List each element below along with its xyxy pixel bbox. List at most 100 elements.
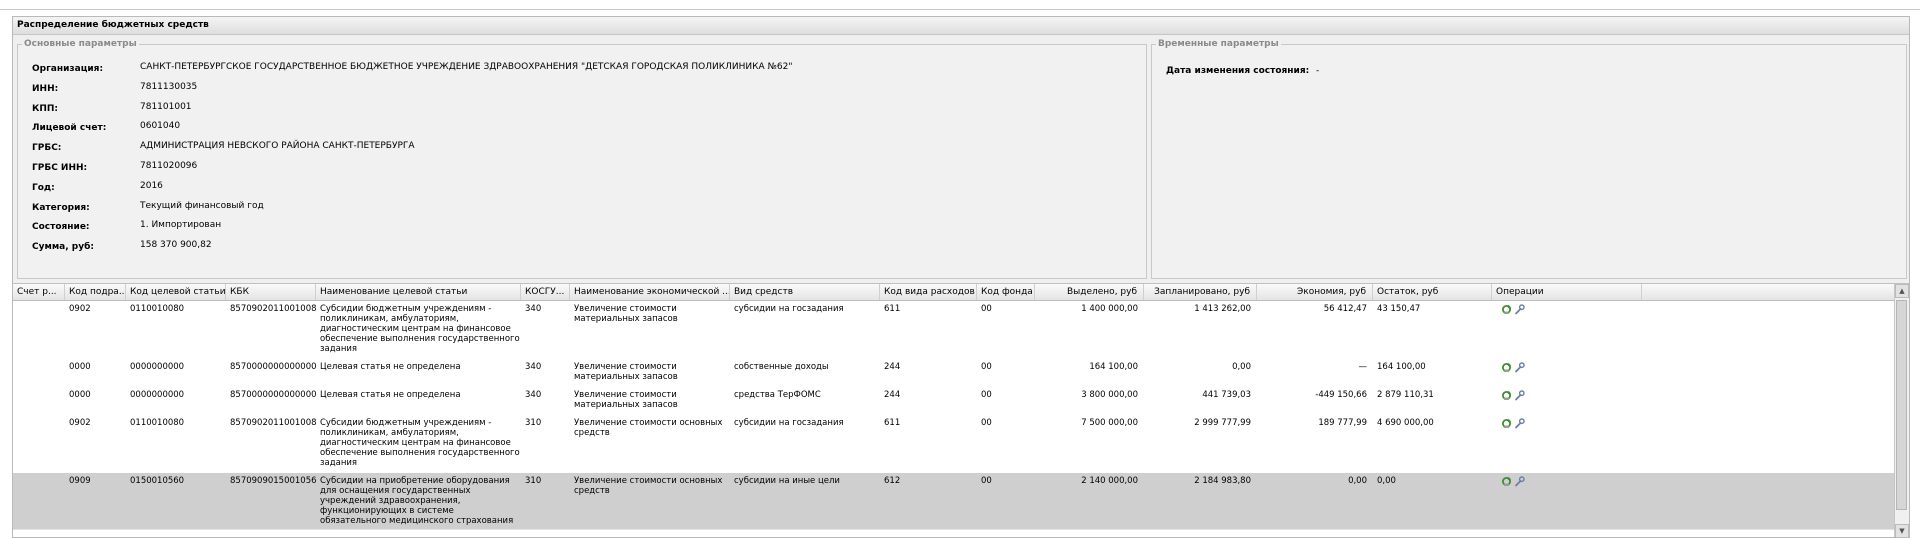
cell-kbk: 857000000000000000244 (230, 362, 316, 372)
refresh-icon[interactable] (1501, 418, 1512, 429)
cell-economic-name: Увеличение стоимости материальных запасо… (574, 390, 678, 410)
column-header-economic-name[interactable]: Наименование экономической ... (570, 284, 730, 300)
grbs-value: АДМИНИСТРАЦИЯ НЕВСКОГО РАЙОНА САНКТ-ПЕТЕ… (140, 141, 415, 152)
cell-expense-type-code: 612 (884, 476, 901, 486)
column-header-subdivision-code[interactable]: Код подра... (65, 284, 126, 300)
scroll-thumb[interactable] (1896, 300, 1907, 510)
cell-kbk: 857090201100100800611 (230, 418, 316, 428)
table-row[interactable]: 00000000000000857000000000000000244Целев… (13, 387, 1895, 416)
top-bar (0, 0, 1920, 10)
column-header-planned[interactable]: Запланировано, руб (1144, 284, 1257, 300)
cell-fund-type: субсидии на госзадания (734, 418, 844, 428)
grbs-inn-value: 7811020096 (140, 161, 198, 171)
grid-header: Счет р... Код подра... Код целевой статьи К… (13, 284, 1895, 301)
table-row[interactable]: 0909 0150010560 857090901500105600612 Субси… (13, 473, 1895, 530)
grid-body[interactable]: 0902 0110010080 857090201100100800611 Субси… (13, 301, 1895, 537)
cell-allocated: 3 800 000,00 (1081, 390, 1138, 400)
field-category: Категория: Текущий финансовый год (32, 200, 1132, 218)
wrench-icon[interactable] (1514, 362, 1525, 373)
wrench-icon[interactable] (1514, 418, 1525, 429)
column-header-fund-type[interactable]: Вид средств (730, 284, 880, 300)
cell-kbk: 857090201100100800611 (230, 304, 316, 314)
year-value: 2016 (140, 180, 163, 191)
inn-label: ИНН: (32, 83, 59, 94)
row-operations (1501, 362, 1541, 374)
cell-subdivision-code: 0000 (69, 390, 91, 400)
state-label: Состояние: (32, 222, 90, 233)
cell-fund-code: 00 (981, 362, 992, 372)
sum-label: Сумма, руб: (32, 242, 95, 253)
cell-planned: 2 184 983,80 (1194, 476, 1251, 486)
organization-value: САНКТ-ПЕТЕРБУРГСКОЕ ГОСУДАРСТВЕННОЕ БЮДЖ… (140, 62, 793, 72)
account-label: Лицевой счет: (32, 123, 107, 134)
wrench-icon[interactable] (1514, 304, 1525, 315)
state-change-date-label: Дата изменения состояния: (1166, 66, 1310, 76)
table-row[interactable]: 00000000000000857000000000000000244Целев… (13, 359, 1895, 388)
cell-planned: 441 739,03 (1202, 390, 1251, 400)
inn-value: 7811130035 (140, 81, 198, 92)
cell-target-article-code: 0150010560 (130, 476, 185, 486)
time-params-fieldset: Временные параметры Дата изменения состо… (1151, 39, 1907, 279)
wrench-icon[interactable] (1514, 390, 1525, 401)
cell-savings: 189 777,99 (1318, 418, 1367, 428)
row-operations (1501, 476, 1541, 488)
grbs-label: ГРБС: (32, 143, 62, 154)
cell-kbk: 857090901500105600612 (230, 476, 316, 486)
cell-fund-type: средства ТерФОМС (734, 390, 821, 400)
cell-account (13, 390, 65, 414)
cell-fund-type: субсидии на иные цели (734, 476, 840, 486)
column-header-account[interactable]: Счет р... (13, 284, 65, 300)
column-header-expense-type-code[interactable]: Код вида расходов (880, 284, 977, 300)
field-state-change-date: Дата изменения состояния: - (1166, 65, 1909, 81)
field-grbs: ГРБС: АДМИНИСТРАЦИЯ НЕВСКОГО РАЙОНА САНКТ… (32, 141, 1132, 158)
cell-balance: 43 150,47 (1377, 304, 1421, 314)
cell-kosgu: 340 (525, 304, 542, 314)
panel-title: Распределение бюджетных средств (13, 17, 1909, 35)
cell-allocated: 164 100,00 (1089, 362, 1138, 372)
refresh-icon[interactable] (1501, 476, 1512, 487)
wrench-icon[interactable] (1514, 476, 1525, 487)
row-operations (1501, 390, 1541, 402)
state-change-date-value: - (1316, 66, 1320, 76)
cell-expense-type-code: 611 (884, 304, 901, 314)
category-label: Категория: (32, 202, 90, 213)
column-header-fund-code[interactable]: Код фонда (977, 284, 1035, 300)
cell-balance: 2 879 110,31 (1377, 390, 1434, 400)
cell-balance: 4 690 000,00 (1377, 418, 1434, 428)
cell-allocated: 2 140 000,00 (1081, 476, 1138, 486)
field-sum: Сумма, руб: 158 370 900,82 (32, 240, 1132, 257)
field-account: Лицевой счет: 0601040 (32, 121, 1132, 138)
cell-economic-name: Увеличение стоимости материальных запасо… (574, 362, 678, 382)
refresh-icon[interactable] (1501, 304, 1512, 315)
table-row[interactable]: 0902 0110010080 857090201100100800611 Субси… (13, 301, 1895, 360)
cell-subdivision-code: 0902 (69, 418, 91, 428)
refresh-icon[interactable] (1501, 362, 1512, 373)
column-header-savings[interactable]: Экономия, руб (1257, 284, 1373, 300)
column-header-target-article-code[interactable]: Код целевой статьи (126, 284, 226, 300)
organization-label: Организация: (32, 64, 104, 74)
column-header-target-article-name[interactable]: Наименование целевой статьи (316, 284, 521, 300)
column-header-kbk[interactable]: КБК (226, 284, 316, 300)
cell-kosgu: 340 (525, 390, 542, 400)
state-value: 1. Импортирован (140, 220, 222, 231)
vertical-scrollbar[interactable]: ▲ ▼ (1894, 284, 1909, 537)
row-operations (1501, 304, 1541, 316)
cell-target-article-code: 0110010080 (130, 418, 185, 428)
refresh-icon[interactable] (1501, 390, 1512, 401)
grbs-inn-label: ГРБС ИНН: (32, 163, 88, 173)
field-kpp: КПП: 781101001 (32, 102, 1132, 119)
column-header-balance[interactable]: Остаток, руб (1373, 284, 1492, 300)
cell-target-article-name: Субсидии на приобретение оборудования дл… (320, 476, 514, 526)
field-inn: ИНН: 7811130035 (32, 81, 1132, 99)
scroll-up-arrow-icon[interactable]: ▲ (1895, 284, 1909, 298)
table-row[interactable]: 0902 0110010080 857090201100100800611 Субси… (13, 415, 1895, 474)
category-value: Текущий финансовый год (140, 200, 264, 211)
cell-kosgu: 340 (525, 362, 542, 372)
cell-target-article-code: 0000000000 (130, 390, 185, 400)
column-header-operations[interactable]: Операции (1492, 284, 1642, 300)
cell-fund-code: 00 (981, 304, 992, 314)
field-grbs-inn: ГРБС ИНН: 7811020096 (32, 161, 1132, 178)
cell-kosgu: 310 (525, 418, 542, 428)
column-header-allocated[interactable]: Выделено, руб (1035, 284, 1144, 300)
column-header-kosgu[interactable]: КОСГУ... (521, 284, 570, 300)
